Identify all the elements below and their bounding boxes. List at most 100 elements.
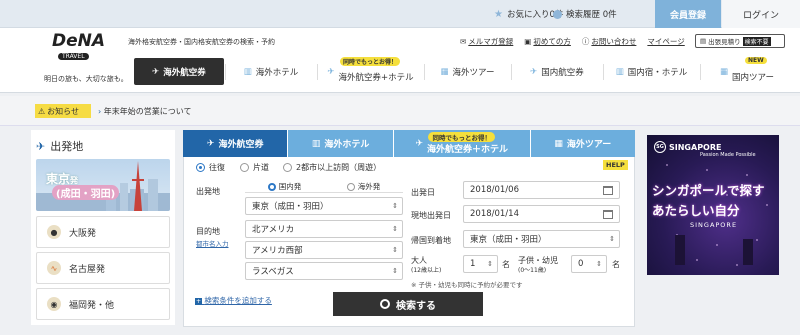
hotel-icon: ▥ (243, 66, 252, 77)
departure-title-label: 出発地 (50, 140, 84, 153)
search-button[interactable]: 検索する (333, 292, 483, 316)
radio-dot (283, 163, 292, 172)
nav-intl-tour[interactable]: ▦ 海外ツアー (425, 58, 510, 85)
clock-icon (553, 9, 562, 19)
dest-region-select[interactable]: 北アメリカ ⇕ (245, 220, 403, 238)
login-button[interactable]: ログイン (722, 0, 800, 28)
search-history-link[interactable]: 検索履歴 0件 (553, 8, 617, 20)
register-button[interactable]: 会員登録 (655, 0, 721, 28)
mail-icon: ✉ (460, 37, 467, 46)
osaka-departure-button[interactable]: ● 大阪発 (36, 216, 170, 248)
contact-link[interactable]: ⓘ お問い合わせ (582, 36, 637, 47)
tab-intl-tour[interactable]: ▦ 海外ツアー (529, 130, 636, 157)
hotel-icon: ▥ (311, 138, 321, 149)
dest-area-select[interactable]: アメリカ西部 ⇕ (245, 241, 403, 259)
mypage-link[interactable]: マイページ (647, 36, 684, 47)
overseas-origin-option[interactable]: 海外発 (324, 181, 403, 192)
singapore-logo-icon: SG (654, 141, 666, 153)
logo-text: DeNA (52, 31, 106, 51)
notice-text: 年末年始の営業について (103, 107, 192, 116)
nav-domestic-hotel[interactable]: ▥ 国内宿・ホテル (604, 58, 699, 85)
ad-headline-2: あたらしい自分 (652, 203, 740, 218)
tab-intl-flight[interactable]: ✈ 海外航空券 (183, 130, 288, 157)
nav-intl-hotel[interactable]: ▥ 海外ホテル (226, 58, 316, 85)
business-trip-label: 出張見積り (708, 38, 741, 46)
ad-headline-1: シンガポールで探す (652, 183, 765, 198)
radio-dot (196, 163, 205, 172)
domestic-origin-option[interactable]: 国内発 (245, 181, 324, 192)
notice-tag-label: お知らせ (47, 106, 80, 116)
fukuoka-departure-button[interactable]: ◉ 福岡発・他 (36, 288, 170, 320)
local-depart-date-input[interactable]: 2018/01/14 (463, 205, 620, 223)
calendar-icon (603, 185, 613, 195)
notice-tag: ⚠ お知らせ (35, 104, 91, 118)
nagoya-departure-button[interactable]: ∿ 名古屋発 (36, 252, 170, 284)
nav-label: 国内ツアー (732, 72, 775, 83)
tagline: 明日の旅も、大切な旅も。 (44, 75, 128, 83)
origin-segment: 国内発 海外発 (245, 181, 403, 193)
plane-icon: ✈ (152, 66, 160, 77)
help-icon: ⓘ (581, 37, 590, 46)
hotel-icon: ▥ (615, 66, 624, 77)
trip-roundtrip-radio[interactable]: 往復 (196, 162, 225, 173)
city-label: 大阪発 (69, 228, 97, 239)
nav-label: 海外航空券 (163, 67, 206, 78)
notice-link[interactable]: › 年末年始の営業について (98, 106, 192, 117)
updown-icon: ⇕ (596, 260, 602, 268)
business-badge: 検索不要 (742, 36, 771, 46)
business-trip-button[interactable]: ▤ 出張見積り 検索不要 (695, 34, 785, 48)
tab-flight-hotel[interactable]: 同時でもっとお得！ ✈ 海外航空券＋ホテル (392, 130, 530, 157)
nav-label: 国内航空券 (541, 67, 584, 78)
shrimp-icon: ∿ (47, 261, 61, 275)
newsletter-link[interactable]: ✉ メルマガ登録 (460, 36, 513, 47)
adult-count-select[interactable]: 1 ⇕ (463, 255, 498, 273)
departure-title: ✈ 出発地 (36, 138, 83, 154)
plane-hotel-icon: ✈ (327, 66, 335, 77)
nav-label: 国内宿・ホテル (627, 67, 688, 78)
updown-icon: ⇕ (487, 260, 493, 268)
city-label: 名古屋発 (69, 264, 106, 275)
trip-oneway-radio[interactable]: 片道 (240, 162, 269, 173)
tour-icon: ▦ (440, 66, 449, 77)
nav-label: 海外ツアー (452, 67, 495, 78)
updown-icon: ⇕ (392, 225, 398, 233)
plus-icon: + (195, 298, 202, 305)
child-unit: 名 (612, 260, 620, 269)
child-sub-label: (0～11歳) (518, 267, 547, 274)
search-icon (380, 299, 390, 309)
takoyaki-icon: ● (47, 225, 61, 239)
plane-icon: ✈ (206, 138, 215, 149)
add-conditions-link[interactable]: + 検索条件を追加する (195, 295, 272, 306)
nav-intl-flight[interactable]: ✈ 海外航空券 (134, 58, 224, 85)
nav-domestic-flight[interactable]: ✈ 国内航空券 (512, 58, 602, 85)
search-tabs: ✈ 海外航空券 ▥ 海外ホテル 同時でもっとお得！ ✈ 海外航空券＋ホテル ▦ … (183, 130, 636, 157)
updown-icon: ⇕ (392, 202, 398, 210)
return-arrival-select[interactable]: 東京（成田・羽田） ⇕ (463, 230, 620, 248)
dest-city-select[interactable]: ラスベガス ⇕ (245, 262, 403, 280)
depart-date-input[interactable]: 2018/01/06 (463, 181, 620, 199)
ad-brand-sub: Passion Made Possible (700, 152, 756, 158)
site-logo[interactable]: DeNA TRAVEL (44, 31, 106, 63)
tab-badge: 同時でもっとお得！ (428, 132, 495, 142)
radio-dot (267, 182, 276, 191)
tab-intl-hotel[interactable]: ▥ 海外ホテル (287, 130, 393, 157)
nav-badge: NEW (745, 57, 767, 64)
return-arrival-label: 帰国到着地 (411, 236, 451, 245)
city-name-input-link[interactable]: 都市名入力 (196, 238, 229, 248)
plane-icon: ✈ (36, 139, 46, 153)
depart-date-label: 出発日 (411, 188, 435, 197)
updown-icon: ⇕ (392, 267, 398, 275)
site-subtitle: 海外格安航空券・国内格安航空券の検索・予約 (128, 38, 275, 46)
nav-domestic-tour[interactable]: NEW ▦ 国内ツアー (701, 57, 793, 85)
origin-select[interactable]: 東京（成田・羽田） ⇕ (245, 197, 403, 215)
first-time-link[interactable]: ▣ 初めての方 (524, 36, 571, 47)
child-count-select[interactable]: 0 ⇕ (571, 255, 607, 273)
tokyo-airports: (成田・羽田) (52, 185, 120, 200)
nav-flight-hotel[interactable]: 同時でもっとお得！ ✈ 海外航空券+ホテル (318, 57, 423, 85)
chevron-right-icon: › (98, 107, 102, 116)
origin-label: 出発地 (196, 187, 220, 196)
eye-icon: ◉ (47, 297, 61, 311)
trip-multicity-radio[interactable]: 2都市以上訪問（周遊） (283, 162, 381, 173)
help-badge[interactable]: HELP (603, 160, 628, 170)
star-icon: ★ (494, 8, 503, 20)
